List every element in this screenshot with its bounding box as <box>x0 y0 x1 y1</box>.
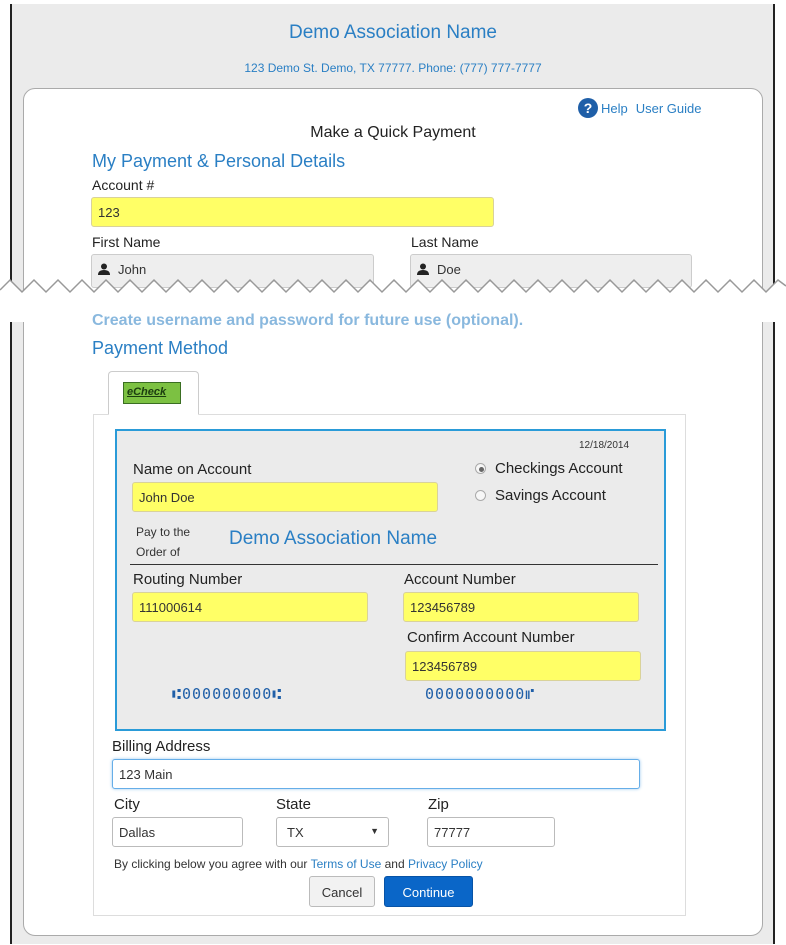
confirm-account-label: Confirm Account Number <box>407 629 575 646</box>
caret-down-icon: ▼ <box>370 826 379 836</box>
section-personal-details: My Payment & Personal Details <box>92 151 346 171</box>
payee-line <box>130 564 658 565</box>
city-label: City <box>114 796 140 813</box>
pay-to-label: Pay to the Order of <box>136 522 190 562</box>
zip-label: Zip <box>428 796 449 813</box>
account-number-label: Account Number <box>404 571 516 588</box>
account-input[interactable]: 123 <box>91 197 494 227</box>
first-name-label: First Name <box>92 234 161 250</box>
micr-account: 0000000000⑈ <box>425 685 536 703</box>
checking-label: Checkings Account <box>495 460 623 477</box>
checking-option[interactable]: Checkings Account <box>475 460 623 477</box>
help-links: ? Help User Guide <box>578 98 710 118</box>
question-circle-icon[interactable]: ? <box>578 98 598 118</box>
user-icon <box>98 263 110 275</box>
routing-number-label: Routing Number <box>133 571 243 588</box>
section-payment-method: Payment Method <box>92 338 229 358</box>
agreement-text: By clicking below you agree with our Ter… <box>114 857 483 871</box>
zip-input[interactable]: 77777 <box>427 817 555 847</box>
name-on-account-label: Name on Account <box>133 461 252 478</box>
savings-radio[interactable] <box>475 490 486 501</box>
help-link[interactable]: Help <box>601 101 628 116</box>
user-icon <box>417 263 429 275</box>
page-title: Make a Quick Payment <box>310 124 476 141</box>
tab-echeck[interactable]: eCheck <box>108 371 199 415</box>
last-name-value: Doe <box>437 262 461 277</box>
state-select[interactable]: TX ▼ <box>276 817 389 847</box>
user-guide-link[interactable]: User Guide <box>636 101 702 116</box>
state-value: TX <box>287 825 304 840</box>
agreement-prefix: By clicking below you agree with our <box>114 857 308 871</box>
billing-address-label: Billing Address <box>112 738 211 755</box>
first-name-value: John <box>118 262 147 277</box>
terms-of-use-link[interactable]: Terms of Use <box>311 857 382 871</box>
agreement-and: and <box>384 857 405 871</box>
pay-to-line1: Pay to the <box>136 525 191 539</box>
last-name-label: Last Name <box>411 234 479 250</box>
account-number-input[interactable]: 123456789 <box>403 592 639 622</box>
echeck-logo: eCheck <box>123 382 181 404</box>
continue-button[interactable]: Continue <box>384 876 473 907</box>
cancel-button[interactable]: Cancel <box>309 876 375 907</box>
savings-option[interactable]: Savings Account <box>475 487 606 504</box>
pay-to-line2: Order of <box>136 545 181 559</box>
association-address: 123 Demo St. Demo, TX 77777. Phone: (777… <box>244 61 542 75</box>
confirm-account-input[interactable]: 123456789 <box>405 651 641 681</box>
micr-routing: ⑆000000000⑆ <box>172 685 283 703</box>
billing-address-input[interactable]: 123 Main <box>112 759 640 789</box>
state-label: State <box>276 796 312 813</box>
name-on-account-input[interactable]: John Doe <box>132 482 438 512</box>
routing-number-input[interactable]: 111000614 <box>132 592 368 622</box>
city-input[interactable]: Dallas <box>112 817 243 847</box>
savings-label: Savings Account <box>495 487 606 504</box>
account-label: Account # <box>92 177 155 193</box>
check-date: 12/18/2014 <box>579 440 630 451</box>
association-name: Demo Association Name <box>288 22 498 43</box>
checking-radio[interactable] <box>475 463 486 474</box>
privacy-policy-link[interactable]: Privacy Policy <box>408 857 483 871</box>
create-login-option[interactable]: Create username and password for future … <box>92 312 523 330</box>
payee-name: Demo Association Name <box>229 528 438 549</box>
